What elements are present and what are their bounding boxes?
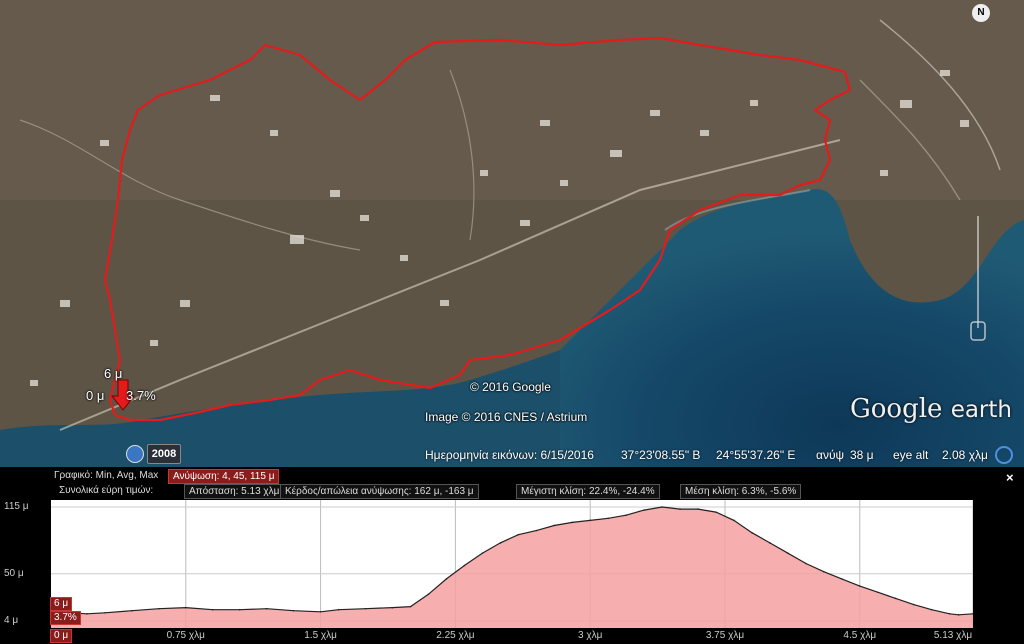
x-tick-label: 3 χλμ bbox=[577, 630, 603, 641]
historical-imagery-clock-icon[interactable] bbox=[126, 445, 144, 463]
marker-distance-badge: 0 μ bbox=[50, 629, 73, 643]
globe-status-icon[interactable] bbox=[995, 446, 1013, 464]
elevation-point bbox=[337, 608, 340, 611]
elevation-label: ανύψ bbox=[816, 448, 845, 462]
elevation-point bbox=[265, 607, 268, 610]
image-credit-label: Image © 2016 CNES / Astrium bbox=[425, 410, 588, 424]
elevation-point bbox=[184, 606, 187, 609]
elevation-point bbox=[463, 564, 466, 567]
elevation-point bbox=[104, 611, 106, 614]
elevation-point bbox=[643, 509, 645, 511]
elevation-point bbox=[427, 593, 430, 596]
elevation-point bbox=[823, 570, 825, 573]
x-tick-label: 1.5 χλμ bbox=[304, 630, 337, 641]
elevation-point bbox=[876, 591, 879, 594]
elevation-stats-value[interactable]: Ανύψωση: 4, 45, 115 μ bbox=[168, 469, 280, 484]
elevation-point bbox=[517, 533, 520, 536]
x-tick-label: 0.75 χλμ bbox=[166, 630, 205, 641]
elevation-point bbox=[607, 517, 609, 520]
elevation-area bbox=[51, 507, 973, 628]
logo-google-text: Google bbox=[850, 394, 943, 424]
elevation-point bbox=[445, 578, 448, 580]
elevation-point bbox=[858, 585, 861, 587]
elevation-point bbox=[535, 529, 538, 532]
elevation-point bbox=[769, 542, 771, 544]
x-tick-label: 3.75 χλμ bbox=[705, 630, 745, 641]
elevation-point bbox=[211, 608, 214, 611]
x-tick-label: 2.25 χλμ bbox=[436, 630, 475, 641]
imagery-date: Ημερομηνία εικόνων: 6/15/2016 bbox=[425, 448, 594, 462]
y-tick-label: 4 μ bbox=[4, 615, 19, 626]
elevation-point bbox=[589, 519, 591, 522]
elevation-point bbox=[787, 552, 789, 555]
map-view[interactable]: 6 μ 0 μ 3.7% © 2016 Google Image © 2016 … bbox=[0, 0, 1024, 467]
elevation-point bbox=[481, 552, 484, 555]
cursor-elevation-label: 6 μ bbox=[104, 366, 123, 381]
x-tick-label: 5.13 χλμ bbox=[933, 630, 973, 641]
avg-slope-value[interactable]: Μέση κλίση: 6.3%, -5.6% bbox=[680, 484, 802, 499]
gain-loss-value[interactable]: Κέρδος/απώλεια ανύψωσης: 162 μ, -163 μ bbox=[280, 484, 479, 499]
eye-alt-readout: 2.08 χλμ bbox=[942, 448, 988, 462]
elevation-chart-svg bbox=[50, 500, 974, 628]
elevation-point bbox=[679, 508, 681, 510]
max-slope-value[interactable]: Μέγιστη κλίση: 22.4%, -24.4% bbox=[516, 484, 660, 499]
cursor-slope-label: 3.7% bbox=[126, 388, 156, 403]
marker-elevation-badge: 6 μ bbox=[50, 597, 73, 611]
logo-earth-text: earth bbox=[950, 397, 1012, 423]
elevation-point bbox=[158, 607, 160, 610]
elevation-point bbox=[364, 607, 367, 610]
elevation-point bbox=[553, 524, 556, 527]
elevation-point bbox=[948, 613, 951, 615]
zoom-slider[interactable] bbox=[968, 210, 988, 350]
elevation-point bbox=[733, 519, 735, 522]
elevation-chart[interactable] bbox=[50, 500, 974, 628]
imagery-year-button[interactable]: 2008 bbox=[147, 444, 181, 464]
elevation-point bbox=[625, 514, 627, 517]
elevation-point bbox=[805, 562, 807, 565]
elevation-point bbox=[840, 578, 843, 580]
elevation-point bbox=[571, 521, 574, 524]
elevation-point bbox=[957, 614, 960, 616]
elevation-point bbox=[912, 603, 915, 606]
google-earth-logo: Google earth bbox=[850, 394, 1012, 424]
longitude-readout: 24°55'37.26" E bbox=[716, 448, 796, 462]
y-tick-label: 115 μ bbox=[4, 501, 29, 512]
close-profile-button[interactable]: × bbox=[1006, 470, 1014, 485]
elevation-point bbox=[131, 609, 133, 612]
copyright-label: © 2016 Google bbox=[470, 380, 551, 394]
profile-info-row-2: Συνολικά εύρη τιμών: Απόσταση: 5.13 χλμ … bbox=[0, 484, 1000, 499]
north-compass-icon[interactable]: N bbox=[972, 4, 990, 22]
eye-alt-label: eye alt bbox=[893, 448, 929, 462]
elevation-point bbox=[499, 542, 502, 544]
elevation-point bbox=[715, 511, 717, 513]
elevation-point bbox=[319, 610, 322, 613]
profile-info-row-1: Γραφικό: Min, Avg, Max Ανύψωση: 4, 45, 1… bbox=[0, 469, 1000, 484]
y-tick-label: 50 μ bbox=[4, 567, 24, 579]
latitude-readout: 37°23'08.55" B bbox=[621, 448, 701, 462]
marker-slope-badge: 3.7% bbox=[50, 611, 81, 625]
elevation-point bbox=[661, 506, 663, 508]
elevation-point bbox=[930, 608, 933, 611]
elevation-point bbox=[391, 606, 394, 609]
x-tick-label: 4.5 χλμ bbox=[843, 630, 877, 641]
graph-stats-label: Γραφικό: Min, Avg, Max bbox=[54, 470, 159, 481]
elevation-point bbox=[86, 613, 88, 615]
elevation-point bbox=[894, 597, 897, 600]
elevation-readout: 38 μ bbox=[850, 448, 874, 462]
elevation-point bbox=[409, 605, 412, 608]
elevation-point bbox=[238, 608, 241, 611]
elevation-point bbox=[292, 609, 295, 612]
elevation-point bbox=[697, 508, 699, 510]
cursor-distance-label: 0 μ bbox=[86, 388, 105, 403]
elevation-point bbox=[751, 531, 753, 534]
distance-value[interactable]: Απόσταση: 5.13 χλμ bbox=[184, 484, 285, 499]
total-ranges-label: Συνολικά εύρη τιμών: bbox=[59, 485, 154, 496]
